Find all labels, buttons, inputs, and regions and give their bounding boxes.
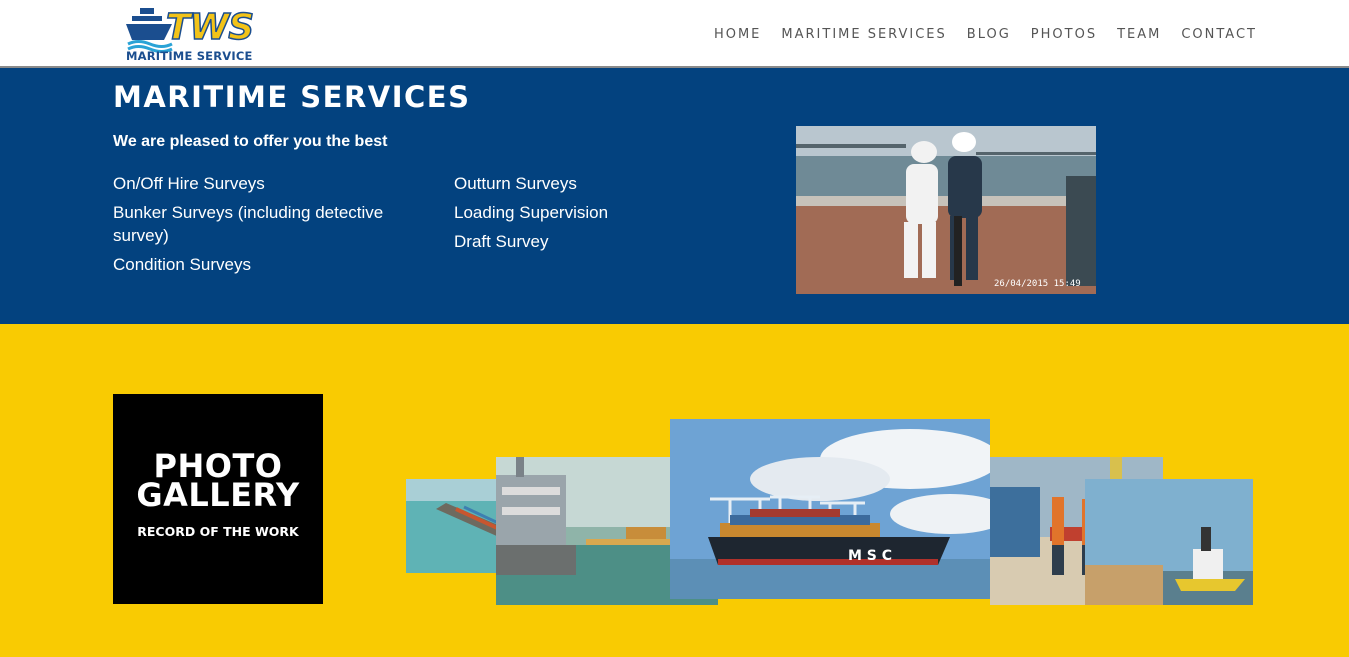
gallery-subtitle: RECORD OF THE WORK	[137, 524, 299, 539]
gallery-title-card[interactable]: PHOTO GALLERY RECORD OF THE WORK	[113, 394, 323, 604]
service-item: Loading Supervision	[454, 203, 609, 222]
nav-blog[interactable]: BLOG	[967, 27, 1011, 42]
services-list-right: Outturn Surveys Loading Supervision Draf…	[454, 172, 754, 259]
gallery-photo-tugboat[interactable]	[1085, 479, 1253, 605]
services-list-left: On/Off Hire Surveys Bunker Surveys (incl…	[113, 172, 408, 282]
site-header: TWS MARITIME SERVICE HOME MARITIME SERVI…	[0, 0, 1349, 68]
service-item: Bunker Surveys (including detective surv…	[113, 203, 384, 245]
services-subtitle: We are pleased to offer you the best	[113, 133, 388, 150]
surveyors-photo: 26/04/2015 15:49	[796, 126, 1096, 294]
logo-tagline: MARITIME SERVICE	[126, 49, 253, 63]
ship-lettering: M S C	[848, 548, 892, 564]
services-section: MARITIME SERVICES We are pleased to offe…	[0, 68, 1349, 324]
gallery-photo-msc-ship[interactable]: M S C	[670, 419, 990, 599]
photo-timestamp: 26/04/2015 15:49	[994, 279, 1081, 289]
gallery-section: PHOTO GALLERY RECORD OF THE WORK M S C	[0, 324, 1349, 657]
nav-photos[interactable]: PHOTOS	[1031, 27, 1097, 42]
logo-wordmark: TWS	[165, 7, 255, 48]
gallery-title: PHOTO GALLERY	[136, 447, 300, 514]
nav-home[interactable]: HOME	[714, 27, 761, 42]
logo[interactable]: TWS MARITIME SERVICE	[126, 4, 266, 64]
service-item: On/Off Hire Surveys	[113, 174, 265, 193]
nav-team[interactable]: TEAM	[1117, 27, 1161, 42]
service-item: Outturn Surveys	[454, 174, 577, 193]
nav-contact[interactable]: CONTACT	[1181, 27, 1257, 42]
main-nav: HOME MARITIME SERVICES BLOG PHOTOS TEAM …	[694, 27, 1257, 42]
service-item: Draft Survey	[454, 232, 549, 251]
service-item: Condition Surveys	[113, 255, 251, 274]
nav-maritime-services[interactable]: MARITIME SERVICES	[781, 27, 946, 42]
services-title: MARITIME SERVICES	[113, 80, 471, 114]
